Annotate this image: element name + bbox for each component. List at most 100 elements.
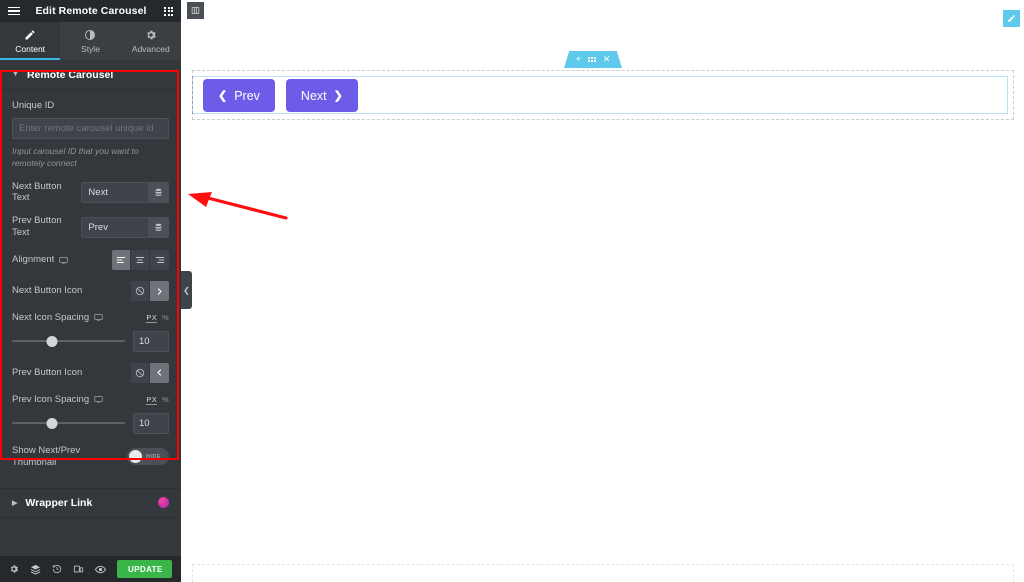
next-button[interactable]: Next ❯ — [285, 79, 358, 112]
section-wrapper-link[interactable]: ▶ Wrapper Link — [0, 487, 181, 518]
chevron-left-icon[interactable] — [150, 362, 169, 383]
next-icon-spacing-slider[interactable] — [12, 334, 125, 348]
database-icon[interactable] — [148, 216, 169, 238]
chevron-right-icon[interactable] — [150, 281, 169, 301]
remote-carousel-controls: Unique ID Enter remote carousel unique i… — [0, 90, 181, 488]
page-title: Edit Remote Carousel — [35, 5, 147, 17]
toggle-knob — [129, 450, 142, 464]
tab-content[interactable]: Content — [0, 22, 61, 60]
chevron-right-icon: ❯ — [333, 90, 343, 102]
next-button-icon-label: Next Button Icon — [12, 285, 83, 297]
prev-button-text-label: Prev Button Text — [12, 215, 62, 239]
pencil-icon — [25, 29, 35, 39]
none-icon[interactable] — [131, 281, 150, 301]
preview-canvas: + ✕ ❮ Prev Next ❯ — [181, 0, 1024, 582]
tab-style-label: Style — [81, 43, 100, 54]
unit-percent[interactable]: % — [162, 313, 169, 322]
next-spacing-units: PX % — [146, 313, 169, 323]
slider-knob[interactable] — [46, 335, 58, 347]
prev-button-text-input[interactable]: Prev — [81, 216, 148, 238]
show-thumbnail-toggle[interactable]: HIDE — [127, 448, 169, 466]
pro-badge-icon — [158, 497, 169, 508]
responsive-mode-icon[interactable] — [73, 564, 84, 574]
preview-eye-icon[interactable] — [95, 564, 106, 575]
section-toolbar[interactable]: + ✕ — [564, 51, 622, 68]
edit-handle[interactable] — [1003, 10, 1020, 27]
next-button-label: Next — [300, 88, 327, 103]
panel-collapse-button[interactable]: ❮ — [181, 271, 192, 309]
section-wrapper-link-label: Wrapper Link — [25, 496, 93, 509]
tab-advanced-label: Advanced — [131, 43, 170, 54]
next-icon-choices — [131, 281, 169, 301]
monitor-icon[interactable] — [59, 256, 68, 265]
update-button[interactable]: UPDATE — [117, 560, 172, 578]
prev-button-label: Prev — [234, 88, 260, 103]
alignment-label: Alignment — [12, 254, 68, 266]
panel-tabs: Content Style Advanced — [0, 22, 181, 60]
panel-header: Edit Remote Carousel — [0, 0, 181, 22]
align-center-button[interactable] — [131, 250, 150, 270]
grid-apps-icon[interactable] — [164, 6, 173, 16]
unit-px[interactable]: PX — [146, 313, 158, 323]
unique-id-help: Input carousel ID that you want to remot… — [12, 145, 139, 169]
section-remote-carousel-label: Remote Carousel — [26, 68, 114, 81]
caret-down-icon: ▼ — [12, 71, 19, 78]
bottom-section-outline — [192, 564, 1014, 582]
slider-track — [12, 422, 125, 425]
show-thumbnail-label: Show Next/Prev Thumbnail — [12, 444, 81, 468]
unit-percent[interactable]: % — [162, 395, 169, 404]
alignment-choices — [112, 250, 169, 270]
next-button-text-input[interactable]: Next — [81, 181, 148, 203]
slider-track — [12, 340, 125, 343]
tab-advanced[interactable]: Advanced — [121, 22, 181, 60]
monitor-icon[interactable] — [94, 313, 103, 322]
show-thumbnail-state: HIDE — [146, 453, 161, 460]
tab-style[interactable]: Style — [60, 22, 120, 60]
prev-icon-spacing-value[interactable]: 10 — [133, 412, 169, 434]
prev-icon-spacing-label: Prev Icon Spacing — [12, 394, 103, 406]
database-icon[interactable] — [148, 181, 169, 203]
editor-panel: Edit Remote Carousel Content Style Advan… — [0, 0, 192, 582]
prev-button[interactable]: ❮ Prev — [203, 79, 275, 112]
next-button-text-label: Next Button Text — [12, 180, 62, 204]
align-right-button[interactable] — [150, 250, 169, 270]
align-left-button[interactable] — [112, 250, 131, 270]
unit-px[interactable]: PX — [146, 395, 158, 405]
control-prev-button-icon: Prev Button Icon — [12, 362, 169, 383]
caret-right-icon: ▶ — [12, 499, 18, 507]
control-alignment: Alignment — [12, 250, 169, 270]
control-prev-icon-spacing: Prev Icon Spacing PX % 10 — [12, 394, 169, 434]
slider-knob[interactable] — [46, 417, 58, 429]
next-icon-spacing-label: Next Icon Spacing — [12, 312, 103, 324]
monitor-icon[interactable] — [94, 395, 103, 404]
prev-spacing-units: PX % — [146, 395, 169, 405]
control-unique-id: Unique ID Enter remote carousel unique i… — [12, 100, 169, 170]
plus-icon[interactable]: + — [576, 55, 581, 64]
control-next-button-text: Next Button Text Next — [12, 181, 169, 205]
prev-icon-spacing-slider[interactable] — [12, 416, 125, 430]
gear-icon — [147, 30, 156, 39]
control-next-icon-spacing: Next Icon Spacing PX % 10 — [12, 312, 169, 352]
close-x-icon[interactable]: ✕ — [603, 55, 611, 64]
next-icon-spacing-value[interactable]: 10 — [133, 330, 169, 352]
unique-id-input[interactable]: Enter remote carousel unique id — [12, 117, 169, 139]
widget-handle[interactable] — [187, 2, 204, 19]
navigator-layers-icon[interactable] — [30, 564, 41, 575]
carousel-nav-buttons: ❮ Prev Next ❯ — [203, 79, 358, 112]
panel-footer: UPDATE ▲ — [0, 556, 181, 582]
drag-dots-icon[interactable] — [587, 57, 596, 62]
tab-content-label: Content — [15, 43, 46, 54]
none-icon[interactable] — [131, 362, 150, 383]
half-circle-icon — [85, 29, 96, 40]
control-show-thumbnail: Show Next/Prev Thumbnail HIDE — [12, 445, 169, 469]
chevron-left-icon: ❮ — [218, 90, 228, 102]
prev-button-icon-label: Prev Button Icon — [12, 366, 83, 378]
unique-id-label: Unique ID — [12, 100, 55, 111]
column-left-edge — [192, 76, 193, 114]
history-icon[interactable] — [52, 564, 62, 574]
control-prev-button-text: Prev Button Text Prev — [12, 215, 169, 239]
settings-gear-icon[interactable] — [9, 564, 19, 574]
prev-icon-choices — [131, 362, 169, 383]
control-next-button-icon: Next Button Icon — [12, 281, 169, 301]
section-remote-carousel[interactable]: ▼ Remote Carousel — [0, 60, 181, 90]
